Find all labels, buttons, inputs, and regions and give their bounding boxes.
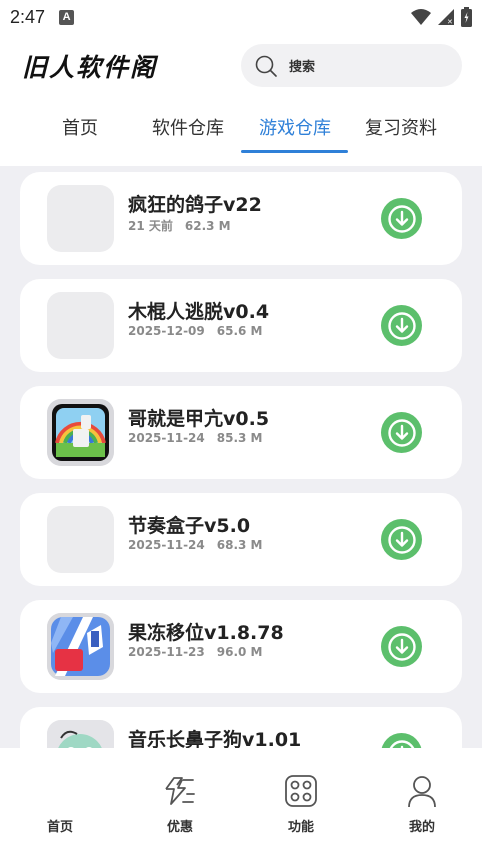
status-time: 2:47: [10, 6, 46, 27]
app-icon-placeholder: [47, 292, 114, 359]
app-meta: 2025-11-24 68.3 M: [128, 538, 263, 552]
app-meta: 2025-11-24 85.3 M: [128, 431, 263, 445]
user-icon: [408, 776, 436, 808]
active-tab-indicator: [241, 150, 348, 153]
grid-icon: [285, 775, 317, 807]
app-screen: 2:47 A ✕ 旧人软件阁 搜索 首页 软件仓库 游戏仓库 复习资料 疯狂的鸽…: [0, 0, 482, 856]
tab-home[interactable]: 首页: [48, 114, 112, 150]
download-button[interactable]: [381, 519, 422, 560]
app-date: 2025-12-09: [128, 324, 205, 338]
app-card[interactable]: 疯狂的鸽子v22 21 天前 62.3 M: [20, 172, 462, 265]
svg-text:✕: ✕: [447, 18, 453, 26]
app-date: 2025-11-24: [128, 431, 205, 445]
nav-profile[interactable]: 我的: [382, 774, 462, 844]
app-name: 音乐长鼻子狗v1.01: [128, 729, 302, 748]
download-icon: [387, 311, 416, 340]
status-bar: 2:47 A ✕: [0, 0, 482, 34]
nav-home[interactable]: 首页: [20, 774, 100, 844]
download-icon: [387, 418, 416, 447]
nav-label: 首页: [46, 820, 73, 835]
signal-icon: ✕: [438, 9, 454, 26]
wifi-icon: [411, 9, 431, 25]
notification-a-icon: A: [59, 9, 75, 25]
app-size: 85.3 M: [216, 431, 263, 445]
app-meta: 21 天前 62.3 M: [128, 217, 231, 234]
app-name: 节奏盒子v5.0: [128, 515, 251, 537]
app-size: 68.3 M: [216, 538, 263, 552]
app-name: 疯狂的鸽子v22: [128, 194, 262, 216]
app-meta: 2025-12-09 65.6 M: [128, 324, 263, 338]
tab-game-repo[interactable]: 游戏仓库: [249, 114, 341, 150]
header: 旧人软件阁 搜索 首页 软件仓库 游戏仓库 复习资料: [0, 34, 482, 166]
app-name: 木棍人逃脱v0.4: [128, 301, 270, 323]
app-date: 2025-11-24: [128, 538, 205, 552]
rainbow-game-icon: [47, 399, 114, 466]
jelly-game-icon: [47, 613, 114, 680]
app-card[interactable]: 节奏盒子v5.0 2025-11-24 68.3 M: [20, 493, 462, 586]
nav-label: 我的: [408, 820, 435, 835]
search-input[interactable]: 搜索: [241, 44, 462, 87]
app-icon-placeholder: [47, 506, 114, 573]
app-size: 62.3 M: [184, 219, 231, 233]
nav-label: 功能: [287, 820, 314, 835]
status-icons: ✕: [411, 7, 472, 27]
download-button[interactable]: [381, 626, 422, 667]
download-button[interactable]: [381, 198, 422, 239]
app-card[interactable]: 木棍人逃脱v0.4 2025-12-09 65.6 M: [20, 279, 462, 372]
tab-software-repo[interactable]: 软件仓库: [142, 114, 234, 150]
home-icon: [43, 774, 77, 808]
download-button[interactable]: [381, 305, 422, 346]
download-button[interactable]: [381, 412, 422, 453]
nav-deals[interactable]: 优惠: [140, 774, 220, 844]
app-date: 2025-11-23: [128, 645, 205, 659]
nav-features[interactable]: 功能: [261, 774, 341, 844]
app-title: 旧人软件阁: [22, 53, 158, 82]
app-icon-placeholder: [47, 185, 114, 252]
lightning-icon: [165, 777, 195, 805]
nav-label: 优惠: [166, 820, 193, 835]
download-icon: [387, 525, 416, 554]
app-date: 21 天前: [128, 219, 173, 233]
download-button[interactable]: [381, 733, 422, 748]
app-meta: 2025-11-23 96.0 M: [128, 645, 263, 659]
tab-study-materials[interactable]: 复习资料: [355, 114, 447, 150]
bottom-nav: 首页 优惠 功能 我的: [0, 748, 482, 856]
app-size: 65.6 M: [216, 324, 263, 338]
category-tabs: 首页 软件仓库 游戏仓库 复习资料: [0, 104, 482, 154]
download-icon: [387, 632, 416, 661]
app-card[interactable]: 哥就是甲亢v0.5 2025-11-24 85.3 M: [20, 386, 462, 479]
app-name: 哥就是甲亢v0.5: [128, 408, 270, 430]
search-placeholder: 搜索: [289, 60, 316, 75]
search-icon: [255, 55, 277, 77]
app-card[interactable]: 果冻移位v1.8.78 2025-11-23 96.0 M: [20, 600, 462, 693]
app-card[interactable]: 音乐长鼻子狗v1.01: [20, 707, 462, 748]
game-list: 疯狂的鸽子v22 21 天前 62.3 M 木棍人逃脱v0.4 2025-12-0…: [0, 166, 482, 748]
download-icon: [388, 739, 415, 748]
dog-game-icon: [47, 720, 114, 748]
app-name: 果冻移位v1.8.78: [128, 622, 284, 644]
battery-icon: [461, 7, 472, 27]
app-size: 96.0 M: [216, 645, 263, 659]
download-icon: [387, 204, 416, 233]
